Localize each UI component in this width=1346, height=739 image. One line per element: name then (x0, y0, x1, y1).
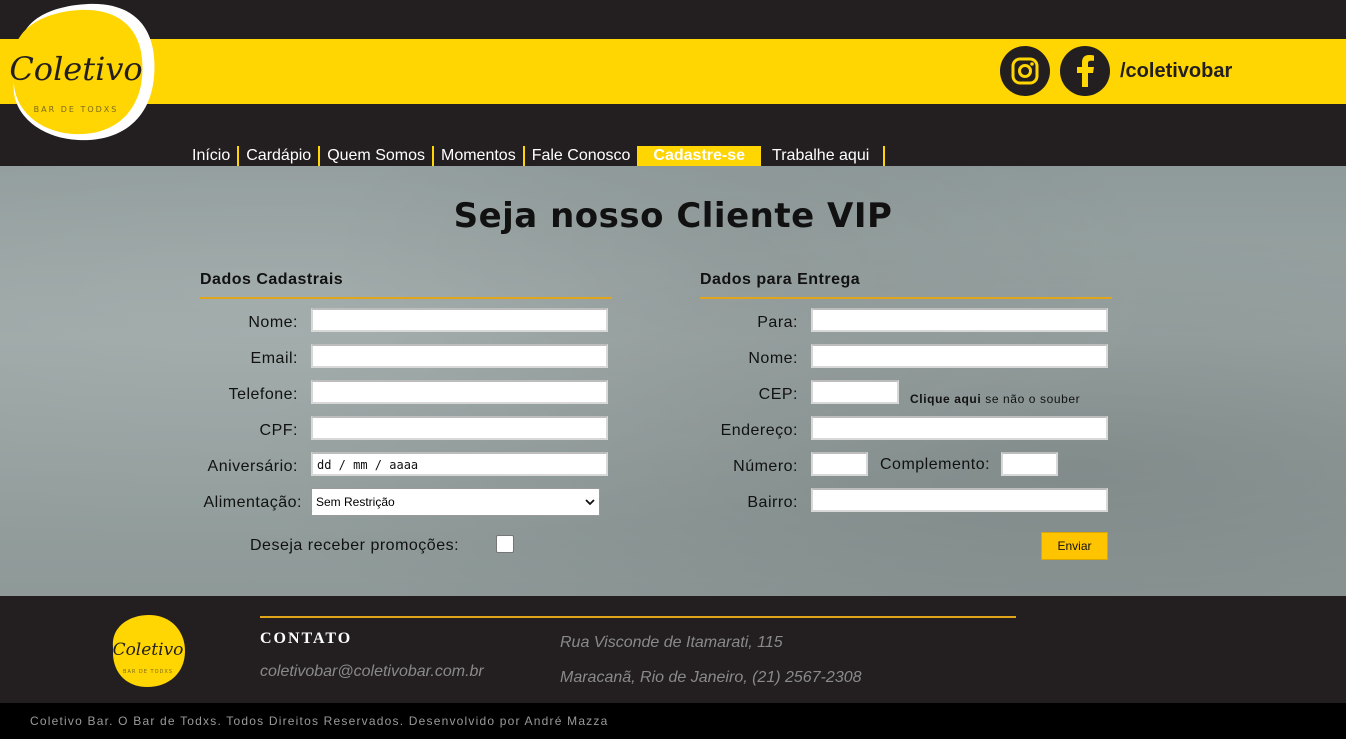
numero-label: Número: (733, 458, 798, 475)
nav-item-inicio[interactable]: Início (185, 146, 240, 166)
facebook-button[interactable] (1060, 46, 1110, 96)
alimentacao-select[interactable]: Sem Restrição (311, 488, 600, 516)
entrega-nome-label: Nome: (748, 350, 798, 367)
nav-item-cadastre-se[interactable]: Cadastre-se (637, 146, 762, 166)
telefone-input[interactable] (311, 380, 608, 404)
cpf-input[interactable] (311, 416, 608, 440)
endereco-label: Endereço: (720, 422, 798, 439)
promo-label: Deseja receber promoções: (250, 537, 460, 554)
instagram-icon (1011, 57, 1039, 85)
footer-logo: Coletivo BAR DE TODXS (113, 615, 185, 687)
svg-text:BAR DE TODXS: BAR DE TODXS (34, 105, 119, 114)
telefone-label: Telefone: (228, 386, 298, 403)
social-links: /coletivobar (1000, 46, 1232, 96)
footer-divider (260, 616, 1016, 618)
email-label: Email: (250, 350, 298, 367)
endereco-input[interactable] (811, 416, 1108, 440)
footer-address-line2: Maracanã, Rio de Janeiro, (21) 2567-2308 (560, 669, 862, 686)
nav-item-trabalhe-aqui[interactable]: Trabalhe aqui (765, 146, 886, 166)
email-input[interactable] (311, 344, 608, 368)
nome-label: Nome: (248, 314, 298, 331)
svg-text:BAR DE TODXS: BAR DE TODXS (123, 669, 173, 675)
bairro-label: Bairro: (747, 494, 798, 511)
alimentacao-selected-value: Sem Restrição (316, 495, 395, 509)
promo-checkbox[interactable] (496, 535, 514, 553)
enviar-button[interactable]: Enviar (1041, 532, 1108, 560)
para-input[interactable] (811, 308, 1108, 332)
bairro-input[interactable] (811, 488, 1108, 512)
aniversario-label: Aniversário: (207, 458, 298, 475)
copyright-text: Coletivo Bar. O Bar de Todxs. Todos Dire… (30, 714, 609, 728)
cep-label: CEP: (758, 386, 798, 403)
entrega-nome-input[interactable] (811, 344, 1108, 368)
footer-email[interactable]: coletivobar@coletivobar.com.br (260, 663, 484, 681)
nav-item-momentos[interactable]: Momentos (434, 146, 525, 166)
cep-hint-text: se não o souber (981, 392, 1081, 406)
nome-input[interactable] (311, 308, 608, 332)
footer-contato-heading: CONTATO (260, 630, 353, 647)
facebook-icon (1077, 55, 1094, 87)
main-nav: Início Cardápio Quem Somos Momentos Fale… (185, 146, 886, 166)
cep-hint-link[interactable]: Clique aqui (910, 392, 981, 406)
section-heading-entrega: Dados para Entrega (700, 271, 1112, 299)
svg-text:Coletivo: Coletivo (9, 50, 142, 88)
copyright-bar: Coletivo Bar. O Bar de Todxs. Todos Dire… (0, 703, 1346, 739)
footer: Coletivo BAR DE TODXS CONTATO coletivoba… (0, 596, 1346, 703)
cep-hint: Clique aqui se não o souber (910, 392, 1080, 406)
aniversario-date-input[interactable]: dd / mm / aaaa (311, 452, 608, 476)
nav-item-quem-somos[interactable]: Quem Somos (320, 146, 434, 166)
complemento-label: Complemento: (880, 456, 991, 473)
alimentacao-label: Alimentação: (203, 494, 302, 511)
cep-input[interactable] (811, 380, 899, 404)
section-heading-cadastrais: Dados Cadastrais (200, 271, 612, 299)
instagram-button[interactable] (1000, 46, 1050, 96)
signup-section: Seja nosso Cliente VIP Dados Cadastrais … (0, 166, 1346, 596)
cpf-label: CPF: (259, 422, 298, 439)
nav-item-cardapio[interactable]: Cardápio (239, 146, 321, 166)
svg-text:Coletivo: Coletivo (113, 640, 184, 660)
complemento-input[interactable] (1001, 452, 1058, 476)
social-handle[interactable]: /coletivobar (1120, 60, 1232, 83)
chevron-down-icon (585, 498, 595, 505)
coletivo-logo[interactable]: Coletivo BAR DE TODXS (8, 2, 156, 142)
page-title: Seja nosso Cliente VIP (453, 196, 893, 236)
nav-item-fale-conosco[interactable]: Fale Conosco (525, 146, 638, 166)
footer-address-line1: Rua Visconde de Itamarati, 115 (560, 634, 783, 651)
para-label: Para: (757, 314, 798, 331)
numero-input[interactable] (811, 452, 868, 476)
